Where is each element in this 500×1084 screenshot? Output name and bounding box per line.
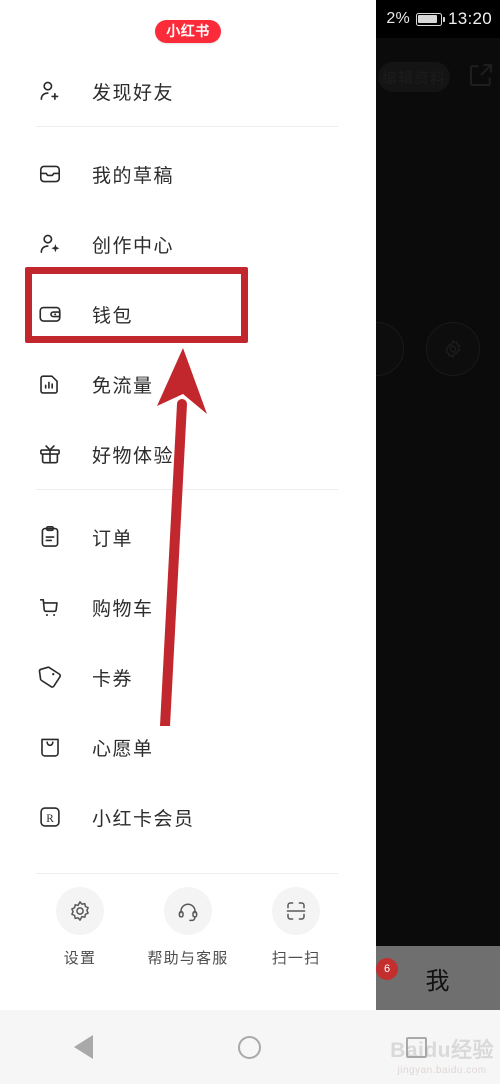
- android-nav-bar: [0, 1010, 500, 1084]
- r-badge-icon: R: [36, 803, 64, 831]
- menu-label: 我的草稿: [92, 165, 175, 187]
- nav-back-button[interactable]: [38, 1010, 128, 1084]
- recents-square-icon: [406, 1036, 428, 1058]
- wishlist-bag-icon: [36, 733, 64, 761]
- coupon-tag-icon: [36, 663, 64, 691]
- ghost-circle-button-2[interactable]: [426, 322, 480, 376]
- quick-action-help[interactable]: 帮助与客服: [140, 887, 236, 968]
- quick-action-label: 帮助与客服: [147, 950, 229, 967]
- background-top-actions: 编辑资料: [376, 52, 500, 108]
- shopping-cart-icon: [36, 593, 64, 621]
- background-bottom-tabbar: 6 我: [376, 946, 500, 1010]
- menu-label: 卡券: [92, 668, 134, 690]
- menu-item-orders[interactable]: 订单: [36, 502, 338, 572]
- menu-label: 创作中心: [92, 235, 175, 257]
- menu-label: 免流量: [92, 375, 154, 397]
- home-circle-icon: [238, 1035, 262, 1059]
- back-triangle-icon: [73, 1035, 93, 1059]
- menu-label: 订单: [92, 528, 134, 550]
- battery-percent-label: 2%: [386, 10, 410, 27]
- quick-actions-row: 设置 帮助与客服 扫一扫: [0, 887, 376, 968]
- quick-action-label: 设置: [63, 950, 97, 967]
- clipboard-icon: [36, 523, 64, 551]
- headset-icon: [164, 887, 212, 935]
- xiaohongshu-logo: 小红书: [155, 19, 221, 43]
- menu-item-coupons[interactable]: 卡券: [36, 642, 338, 712]
- edit-profile-button[interactable]: 编辑资料: [378, 62, 450, 92]
- menu-item-creation-center[interactable]: 创作中心: [36, 209, 338, 279]
- battery-icon: [415, 12, 445, 26]
- nav-recents-button[interactable]: [372, 1010, 462, 1084]
- menu-label: 钱包: [92, 305, 134, 327]
- quick-action-settings[interactable]: 设置: [32, 887, 128, 968]
- menu-group-2: 我的草稿 创作中心 钱包 免流量 好物体验: [0, 139, 376, 489]
- side-drawer: 小红书 发现好友 我的草稿 创作中心 钱包 免流量 好物体验 订单 购物车 卡券…: [0, 0, 376, 1010]
- share-icon[interactable]: [466, 60, 496, 90]
- quick-actions-divider: [36, 873, 338, 874]
- menu-label: 购物车: [92, 598, 154, 620]
- nav-home-button[interactable]: [205, 1010, 295, 1084]
- menu-label: 小红卡会员: [92, 808, 195, 830]
- tab-badge: 6: [376, 958, 398, 980]
- tab-me-label[interactable]: 我: [426, 961, 451, 996]
- person-add-icon: [36, 77, 64, 105]
- drawer-menu: 发现好友 我的草稿 创作中心 钱包 免流量 好物体验 订单 购物车 卡券 心愿单…: [0, 56, 376, 852]
- menu-item-wallet[interactable]: 钱包: [36, 279, 338, 349]
- wallet-icon: [36, 300, 64, 328]
- drafts-tray-icon: [36, 160, 64, 188]
- menu-label: 心愿单: [92, 738, 154, 760]
- menu-group-1: 发现好友: [0, 56, 376, 126]
- gift-icon: [36, 440, 64, 468]
- brand-header: 小红书: [0, 0, 376, 56]
- quick-action-scan[interactable]: 扫一扫: [248, 887, 344, 968]
- phone-screen: 2% 13:20 编辑资料 6 我 小红书 发现好友 我的草稿 创作中心 钱包 …: [0, 0, 500, 1084]
- person-star-icon: [36, 230, 64, 258]
- menu-item-red-card-member[interactable]: R 小红卡会员: [36, 782, 338, 852]
- menu-item-wishlist[interactable]: 心愿单: [36, 712, 338, 782]
- menu-group-3: 订单 购物车 卡券 心愿单 R 小红卡会员: [0, 502, 376, 852]
- svg-text:R: R: [46, 813, 54, 825]
- gear-icon: [56, 887, 104, 935]
- menu-item-my-drafts[interactable]: 我的草稿: [36, 139, 338, 209]
- menu-item-find-friends[interactable]: 发现好友: [36, 56, 338, 126]
- sim-data-icon: [36, 370, 64, 398]
- quick-action-label: 扫一扫: [271, 950, 321, 967]
- scan-icon: [272, 887, 320, 935]
- menu-item-free-data[interactable]: 免流量: [36, 349, 338, 419]
- menu-item-shopping-cart[interactable]: 购物车: [36, 572, 338, 642]
- clock-label: 13:20: [447, 9, 492, 28]
- background-app-content: [376, 38, 500, 946]
- menu-label: 发现好友: [92, 82, 175, 104]
- menu-label: 好物体验: [92, 445, 175, 467]
- menu-item-product-experience[interactable]: 好物体验: [36, 419, 338, 489]
